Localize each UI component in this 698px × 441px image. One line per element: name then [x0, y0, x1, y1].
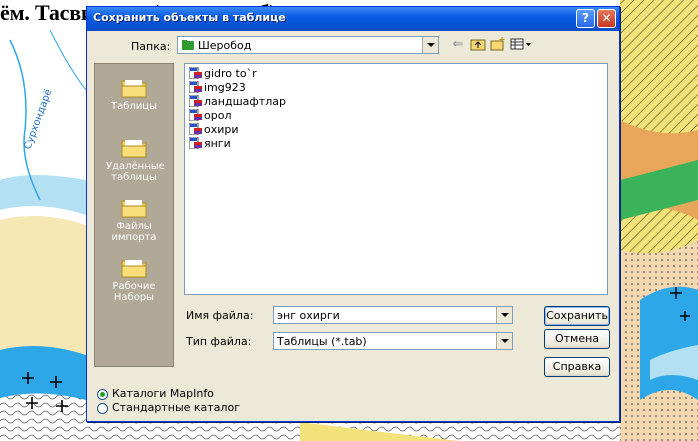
folder-icon [121, 260, 147, 278]
place-label: Таблицы [111, 101, 157, 112]
table-file-icon [188, 136, 202, 150]
file-name: gidro to`r [204, 67, 257, 80]
chevron-down-icon[interactable] [422, 37, 438, 53]
place-label: Удалённые таблицы [106, 161, 165, 183]
folder-icon [121, 80, 147, 98]
save-dialog: Сохранить объекты в таблице ? ✕ Папка: Ш… [86, 6, 620, 422]
chevron-down-icon[interactable] [496, 333, 512, 349]
file-type-select[interactable]: Таблицы (*.tab) [273, 332, 513, 350]
list-item[interactable]: янги [188, 136, 231, 151]
table-file-icon [188, 108, 202, 122]
list-item[interactable]: gidro to`r [188, 66, 257, 81]
file-type-label: Тип файла: [186, 335, 252, 348]
file-name: img923 [204, 81, 246, 94]
folder-icon [121, 140, 147, 158]
radio-standard-label: Стандартные каталог [112, 401, 240, 414]
up-folder-icon[interactable] [469, 37, 487, 53]
radio-mapinfo-label: Каталоги MapInfo [112, 387, 214, 400]
file-name: охири [204, 123, 239, 136]
file-type-value: Таблицы (*.tab) [277, 335, 367, 348]
close-button[interactable]: ✕ [597, 9, 616, 28]
list-item[interactable]: орол [188, 108, 232, 123]
place-remote-tables[interactable]: Удалённые таблицы [95, 136, 173, 183]
list-item[interactable]: охири [188, 122, 239, 137]
back-arrow-icon[interactable]: ⇐ [449, 37, 467, 53]
place-label: Рабочие Наборы [112, 281, 156, 303]
file-name-value: энг охирги [277, 309, 340, 322]
file-name: янги [204, 137, 231, 150]
place-import-files[interactable]: Файлы импорта [95, 196, 173, 243]
file-name-input[interactable]: энг охирги [273, 306, 513, 324]
chevron-down-icon[interactable] [496, 307, 512, 323]
file-name: орол [204, 109, 232, 122]
help-title-button[interactable]: ? [576, 9, 595, 28]
new-folder-icon[interactable] [489, 37, 507, 53]
places-bar: Таблицы Удалённые таблицы Файлы импорта … [94, 63, 174, 367]
folder-icon [182, 40, 194, 50]
table-file-icon [188, 94, 202, 108]
table-file-icon [188, 66, 202, 80]
title-bar[interactable]: Сохранить объекты в таблице ? ✕ [87, 7, 619, 31]
place-label: Файлы импорта [111, 221, 157, 243]
cancel-button[interactable]: Отмена [544, 329, 610, 349]
folder-value: Шеробод [198, 39, 252, 52]
list-item[interactable]: img923 [188, 80, 246, 95]
place-tables[interactable]: Таблицы [95, 76, 173, 112]
view-menu-icon[interactable] [509, 37, 533, 53]
file-list[interactable]: gidro to`r img923 ландшафтлар орол охири… [184, 63, 608, 295]
dialog-title: Сохранить объекты в таблице [93, 11, 286, 24]
folder-label: Папка: [131, 40, 171, 53]
folder-select[interactable]: Шеробод [177, 36, 439, 54]
list-item[interactable]: ландшафтлар [188, 94, 286, 109]
table-file-icon [188, 80, 202, 94]
folder-icon [121, 200, 147, 218]
table-file-icon [188, 122, 202, 136]
file-name: ландшафтлар [204, 95, 286, 108]
radio-mapinfo-catalogs[interactable] [97, 389, 108, 400]
help-button[interactable]: Справка [544, 357, 610, 377]
place-workspaces[interactable]: Рабочие Наборы [95, 256, 173, 303]
radio-standard-catalogs[interactable] [97, 403, 108, 414]
save-button[interactable]: Сохранить [544, 306, 610, 326]
file-name-label: Имя файла: [186, 309, 254, 322]
